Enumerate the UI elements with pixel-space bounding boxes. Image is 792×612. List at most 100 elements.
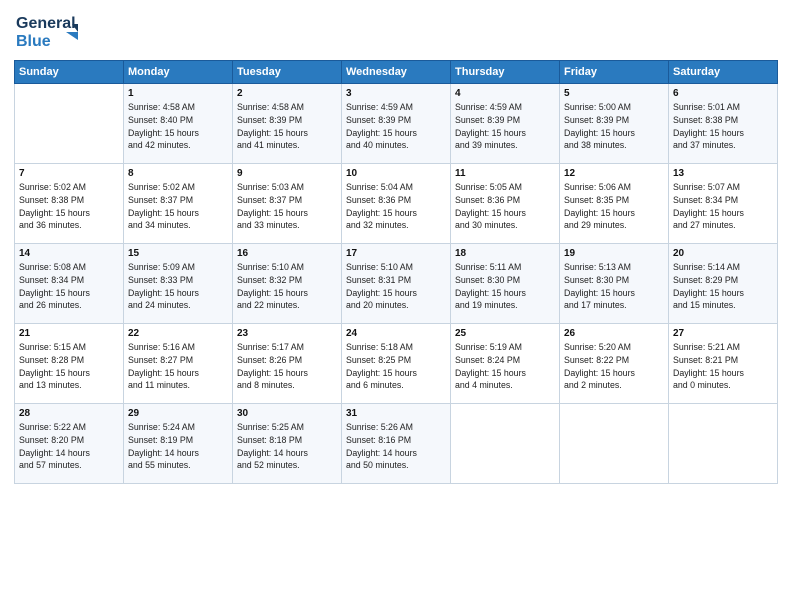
day-info: Sunrise: 5:24 AM Sunset: 8:19 PM Dayligh…: [128, 421, 228, 472]
header: GeneralBlue: [14, 10, 778, 54]
weekday-header: Monday: [124, 61, 233, 84]
calendar-cell: 11 Sunrise: 5:05 AM Sunset: 8:36 PM Dayli…: [451, 164, 560, 244]
day-number: 23: [237, 328, 337, 339]
day-info: Sunrise: 5:18 AM Sunset: 8:25 PM Dayligh…: [346, 341, 446, 392]
calendar-cell: 3 Sunrise: 4:59 AM Sunset: 8:39 PM Daylig…: [342, 84, 451, 164]
day-number: 31: [346, 408, 446, 419]
day-info: Sunrise: 5:08 AM Sunset: 8:34 PM Dayligh…: [19, 261, 119, 312]
day-info: Sunrise: 5:01 AM Sunset: 8:38 PM Dayligh…: [673, 101, 773, 152]
calendar-week-row: 7 Sunrise: 5:02 AM Sunset: 8:38 PM Daylig…: [15, 164, 778, 244]
calendar-cell: [560, 404, 669, 484]
calendar-cell: 26 Sunrise: 5:20 AM Sunset: 8:22 PM Dayli…: [560, 324, 669, 404]
calendar-week-row: 28Sunrise: 5:22 AM Sunset: 8:20 PM Dayli…: [15, 404, 778, 484]
day-number: 28: [19, 408, 119, 419]
day-number: 16: [237, 248, 337, 259]
calendar-week-row: 1 Sunrise: 4:58 AM Sunset: 8:40 PM Daylig…: [15, 84, 778, 164]
calendar-cell: 2 Sunrise: 4:58 AM Sunset: 8:39 PM Daylig…: [233, 84, 342, 164]
calendar-cell: 12Sunrise: 5:06 AM Sunset: 8:35 PM Dayli…: [560, 164, 669, 244]
calendar-table: SundayMondayTuesdayWednesdayThursdayFrid…: [14, 60, 778, 484]
day-number: 19: [564, 248, 664, 259]
day-info: Sunrise: 4:59 AM Sunset: 8:39 PM Dayligh…: [346, 101, 446, 152]
day-number: 11: [455, 168, 555, 179]
calendar-cell: 30 Sunrise: 5:25 AM Sunset: 8:18 PM Dayli…: [233, 404, 342, 484]
day-info: Sunrise: 5:03 AM Sunset: 8:37 PM Dayligh…: [237, 181, 337, 232]
day-info: Sunrise: 5:17 AM Sunset: 8:26 PM Dayligh…: [237, 341, 337, 392]
day-number: 5: [564, 88, 664, 99]
calendar-cell: [451, 404, 560, 484]
day-number: 30: [237, 408, 337, 419]
day-info: Sunrise: 5:10 AM Sunset: 8:31 PM Dayligh…: [346, 261, 446, 312]
calendar-cell: 29Sunrise: 5:24 AM Sunset: 8:19 PM Dayli…: [124, 404, 233, 484]
calendar-cell: 13Sunrise: 5:07 AM Sunset: 8:34 PM Dayli…: [669, 164, 778, 244]
day-number: 9: [237, 168, 337, 179]
day-info: Sunrise: 5:26 AM Sunset: 8:16 PM Dayligh…: [346, 421, 446, 472]
calendar-week-row: 21 Sunrise: 5:15 AM Sunset: 8:28 PM Dayli…: [15, 324, 778, 404]
calendar-cell: 24 Sunrise: 5:18 AM Sunset: 8:25 PM Dayli…: [342, 324, 451, 404]
weekday-header: Saturday: [669, 61, 778, 84]
day-info: Sunrise: 5:15 AM Sunset: 8:28 PM Dayligh…: [19, 341, 119, 392]
calendar-cell: 6 Sunrise: 5:01 AM Sunset: 8:38 PM Daylig…: [669, 84, 778, 164]
day-number: 18: [455, 248, 555, 259]
weekday-header: Sunday: [15, 61, 124, 84]
day-info: Sunrise: 5:10 AM Sunset: 8:32 PM Dayligh…: [237, 261, 337, 312]
day-info: Sunrise: 5:09 AM Sunset: 8:33 PM Dayligh…: [128, 261, 228, 312]
calendar-week-row: 14 Sunrise: 5:08 AM Sunset: 8:34 PM Dayli…: [15, 244, 778, 324]
day-number: 22: [128, 328, 228, 339]
svg-text:General: General: [16, 15, 76, 32]
calendar-cell: 20 Sunrise: 5:14 AM Sunset: 8:29 PM Dayli…: [669, 244, 778, 324]
day-info: Sunrise: 5:06 AM Sunset: 8:35 PM Dayligh…: [564, 181, 664, 232]
day-number: 27: [673, 328, 773, 339]
day-number: 15: [128, 248, 228, 259]
calendar-cell: 25Sunrise: 5:19 AM Sunset: 8:24 PM Dayli…: [451, 324, 560, 404]
day-number: 24: [346, 328, 446, 339]
day-info: Sunrise: 5:14 AM Sunset: 8:29 PM Dayligh…: [673, 261, 773, 312]
calendar-page: GeneralBlue SundayMondayTuesdayWednesday…: [0, 0, 792, 612]
day-info: Sunrise: 5:05 AM Sunset: 8:36 PM Dayligh…: [455, 181, 555, 232]
calendar-cell: 21 Sunrise: 5:15 AM Sunset: 8:28 PM Dayli…: [15, 324, 124, 404]
day-number: 21: [19, 328, 119, 339]
calendar-body: 1 Sunrise: 4:58 AM Sunset: 8:40 PM Daylig…: [15, 84, 778, 484]
day-number: 1: [128, 88, 228, 99]
logo-svg: GeneralBlue: [14, 10, 84, 54]
day-info: Sunrise: 5:04 AM Sunset: 8:36 PM Dayligh…: [346, 181, 446, 232]
day-number: 4: [455, 88, 555, 99]
day-number: 3: [346, 88, 446, 99]
day-number: 13: [673, 168, 773, 179]
day-info: Sunrise: 5:11 AM Sunset: 8:30 PM Dayligh…: [455, 261, 555, 312]
day-info: Sunrise: 5:20 AM Sunset: 8:22 PM Dayligh…: [564, 341, 664, 392]
calendar-cell: 16 Sunrise: 5:10 AM Sunset: 8:32 PM Dayli…: [233, 244, 342, 324]
day-info: Sunrise: 5:16 AM Sunset: 8:27 PM Dayligh…: [128, 341, 228, 392]
day-number: 10: [346, 168, 446, 179]
calendar-cell: 5 Sunrise: 5:00 AM Sunset: 8:39 PM Daylig…: [560, 84, 669, 164]
day-info: Sunrise: 5:25 AM Sunset: 8:18 PM Dayligh…: [237, 421, 337, 472]
calendar-cell: 28Sunrise: 5:22 AM Sunset: 8:20 PM Dayli…: [15, 404, 124, 484]
weekday-header: Friday: [560, 61, 669, 84]
day-number: 26: [564, 328, 664, 339]
day-number: 2: [237, 88, 337, 99]
day-number: 7: [19, 168, 119, 179]
day-number: 6: [673, 88, 773, 99]
calendar-cell: 23 Sunrise: 5:17 AM Sunset: 8:26 PM Dayli…: [233, 324, 342, 404]
day-number: 20: [673, 248, 773, 259]
day-info: Sunrise: 5:02 AM Sunset: 8:38 PM Dayligh…: [19, 181, 119, 232]
calendar-header: SundayMondayTuesdayWednesdayThursdayFrid…: [15, 61, 778, 84]
calendar-cell: 10 Sunrise: 5:04 AM Sunset: 8:36 PM Dayli…: [342, 164, 451, 244]
calendar-cell: 14 Sunrise: 5:08 AM Sunset: 8:34 PM Dayli…: [15, 244, 124, 324]
calendar-cell: 15 Sunrise: 5:09 AM Sunset: 8:33 PM Dayli…: [124, 244, 233, 324]
day-info: Sunrise: 4:59 AM Sunset: 8:39 PM Dayligh…: [455, 101, 555, 152]
calendar-cell: [669, 404, 778, 484]
day-number: 17: [346, 248, 446, 259]
calendar-cell: 22 Sunrise: 5:16 AM Sunset: 8:27 PM Dayli…: [124, 324, 233, 404]
weekday-header: Tuesday: [233, 61, 342, 84]
day-info: Sunrise: 4:58 AM Sunset: 8:39 PM Dayligh…: [237, 101, 337, 152]
day-info: Sunrise: 5:19 AM Sunset: 8:24 PM Dayligh…: [455, 341, 555, 392]
day-info: Sunrise: 4:58 AM Sunset: 8:40 PM Dayligh…: [128, 101, 228, 152]
day-info: Sunrise: 5:00 AM Sunset: 8:39 PM Dayligh…: [564, 101, 664, 152]
day-number: 14: [19, 248, 119, 259]
calendar-cell: [15, 84, 124, 164]
day-info: Sunrise: 5:21 AM Sunset: 8:21 PM Dayligh…: [673, 341, 773, 392]
calendar-cell: 1 Sunrise: 4:58 AM Sunset: 8:40 PM Daylig…: [124, 84, 233, 164]
day-number: 8: [128, 168, 228, 179]
logo: GeneralBlue: [14, 10, 84, 54]
calendar-cell: 17 Sunrise: 5:10 AM Sunset: 8:31 PM Dayli…: [342, 244, 451, 324]
